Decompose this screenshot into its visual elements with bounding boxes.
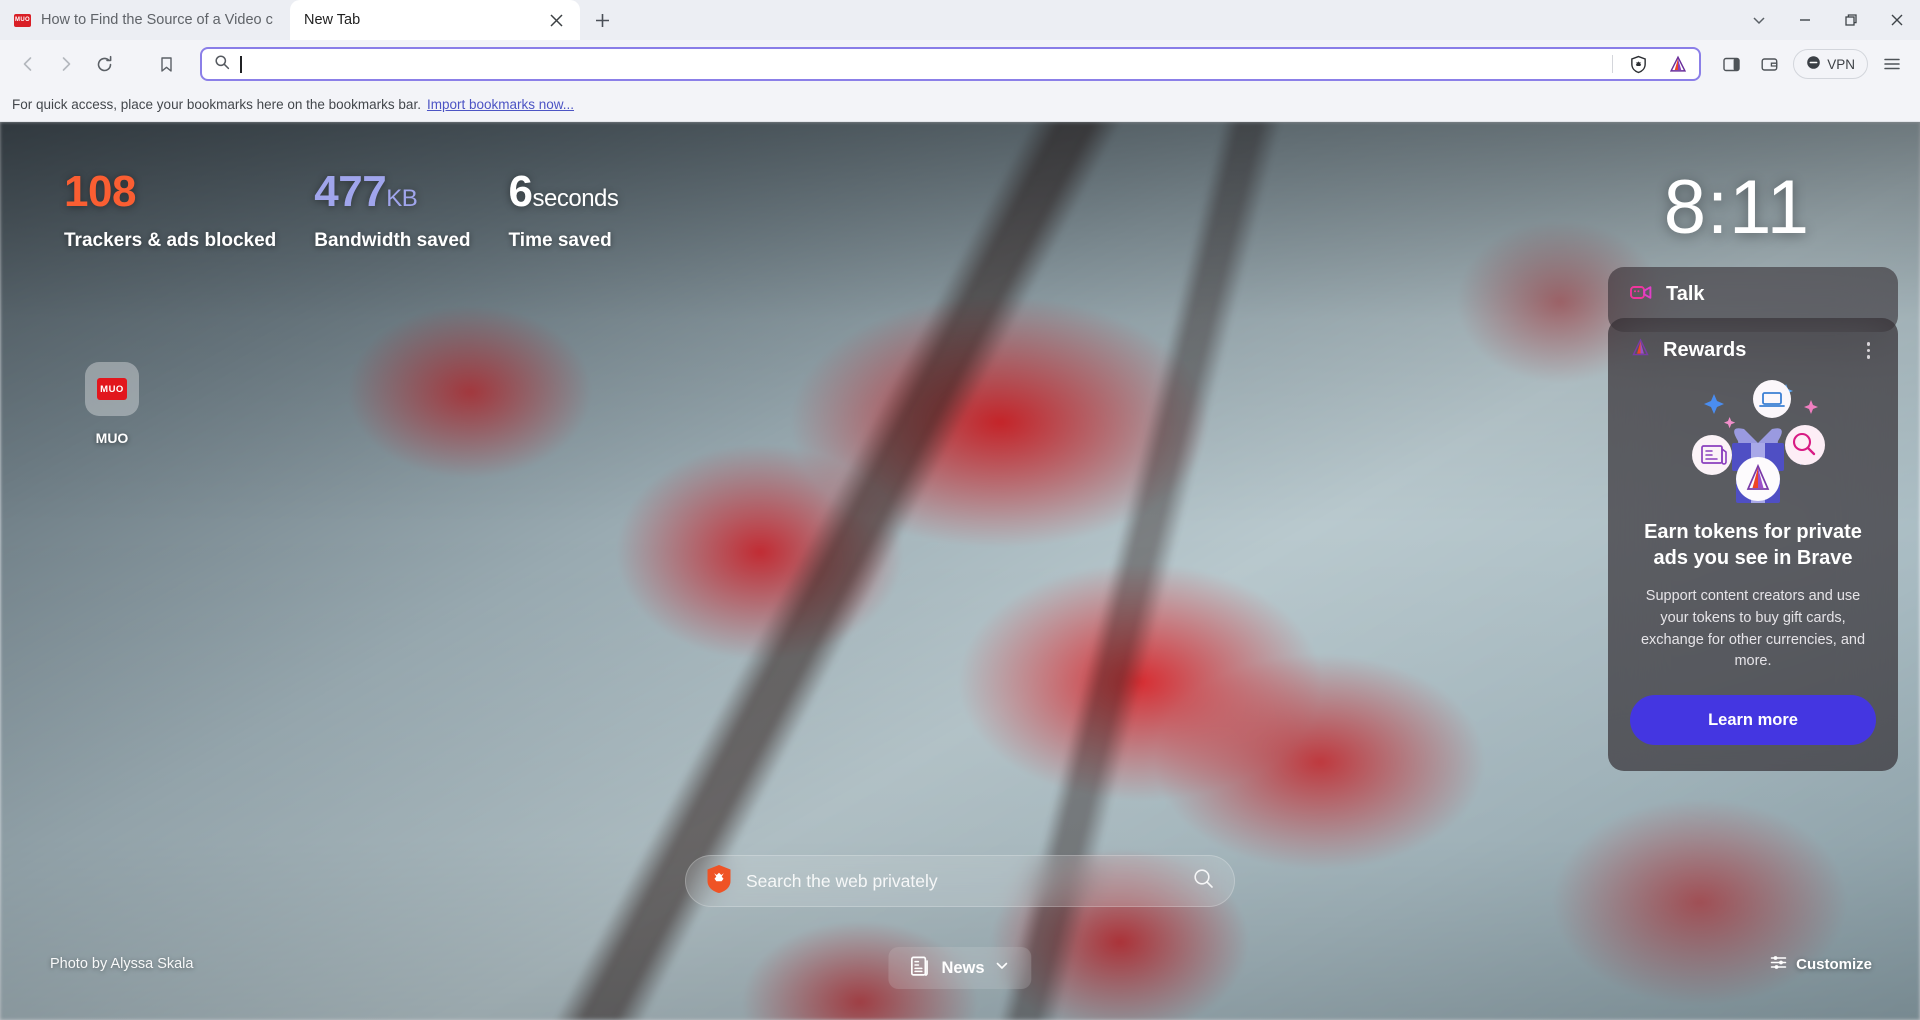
- bookmarks-hint-text: For quick access, place your bookmarks h…: [12, 97, 421, 112]
- tab-title: New Tab: [304, 12, 361, 28]
- photo-credit: Photo by Alyssa Skala: [50, 956, 194, 972]
- sidebar-icon[interactable]: [1713, 46, 1749, 82]
- brave-shields-icon[interactable]: [1623, 49, 1653, 79]
- browser-toolbar: VPN: [0, 40, 1920, 88]
- omnibox-divider: [1612, 55, 1614, 73]
- news-icon: [910, 955, 931, 982]
- close-icon[interactable]: [546, 10, 566, 30]
- muo-favicon-icon: MUO: [14, 13, 31, 27]
- muo-icon: MUO: [97, 378, 127, 400]
- news-label: News: [941, 958, 985, 977]
- vpn-status-icon: [1806, 55, 1821, 73]
- customize-button[interactable]: Customize: [1770, 954, 1872, 975]
- bookmarks-bar: For quick access, place your bookmarks h…: [0, 88, 1920, 122]
- stat-trackers: 108 Trackers & ads blocked: [64, 170, 276, 252]
- shortcut-tile-box[interactable]: MUO: [85, 362, 139, 416]
- clock: 8:11: [1663, 165, 1810, 250]
- stat-bandwidth: 477KB Bandwidth saved: [314, 170, 470, 252]
- search-placeholder[interactable]: Search the web privately: [746, 871, 1179, 892]
- forward-icon[interactable]: [48, 46, 84, 82]
- import-bookmarks-link[interactable]: Import bookmarks now...: [427, 97, 574, 112]
- tab-strip: MUO How to Find the Source of a Video c …: [0, 0, 1920, 40]
- stat-label: Trackers & ads blocked: [64, 230, 277, 251]
- address-bar[interactable]: [200, 47, 1702, 81]
- stat-value: 108: [64, 167, 136, 216]
- wallet-icon[interactable]: [1751, 46, 1787, 82]
- rewards-body: Support content creators and use your to…: [1640, 588, 1866, 670]
- stat-unit: seconds: [532, 185, 619, 212]
- tab-new-tab[interactable]: New Tab: [290, 0, 580, 40]
- brave-rewards-triangle-icon: [1630, 338, 1651, 362]
- stat-value: 6: [508, 167, 533, 216]
- ntp-widget-stack: Talk Rewards Earn tokens for private ads…: [1608, 267, 1898, 772]
- brave-rewards-icon[interactable]: [1663, 49, 1693, 79]
- privacy-stats: 108 Trackers & ads blocked 477KB Bandwid…: [64, 170, 619, 252]
- chevron-down-icon[interactable]: [995, 958, 1010, 978]
- stat-unit: KB: [386, 185, 418, 212]
- hamburger-menu-icon[interactable]: [1874, 46, 1910, 82]
- vpn-label: VPN: [1827, 56, 1855, 72]
- learn-more-button[interactable]: Learn more: [1630, 695, 1876, 746]
- rewards-card-header: Rewards: [1630, 338, 1876, 363]
- news-button[interactable]: News: [888, 947, 1032, 989]
- shortcut-tile-muo[interactable]: MUO MUO: [58, 362, 166, 446]
- stat-time: 6seconds Time saved: [509, 170, 619, 252]
- chevron-down-icon[interactable]: [1736, 0, 1782, 40]
- more-options-icon[interactable]: [1861, 338, 1877, 363]
- restore-icon[interactable]: [1828, 0, 1874, 40]
- rewards-title: Rewards: [1663, 338, 1747, 361]
- rewards-card: Rewards Earn tokens for private ads you …: [1608, 318, 1898, 772]
- window-controls: [1736, 0, 1920, 40]
- minimize-icon[interactable]: [1782, 0, 1828, 40]
- new-tab-button[interactable]: [586, 4, 618, 36]
- stat-value: 477: [314, 167, 387, 216]
- search-icon: [214, 54, 230, 75]
- search-submit-icon[interactable]: [1193, 868, 1214, 894]
- ntp-search-box[interactable]: Search the web privately: [685, 855, 1235, 907]
- rewards-illustration: [1630, 363, 1876, 513]
- video-camera-icon: [1630, 284, 1652, 306]
- reload-icon[interactable]: [86, 46, 122, 82]
- shortcut-label: MUO: [95, 430, 129, 446]
- tab-title: How to Find the Source of a Video c: [41, 12, 273, 28]
- sliders-icon: [1770, 954, 1787, 975]
- new-tab-page: 108 Trackers & ads blocked 477KB Bandwid…: [0, 122, 1920, 1020]
- talk-title: Talk: [1666, 283, 1705, 305]
- brave-lion-icon: [706, 864, 732, 899]
- tab-inactive[interactable]: MUO How to Find the Source of a Video c: [0, 0, 290, 40]
- omnibox-input[interactable]: [240, 55, 1602, 73]
- close-window-icon[interactable]: [1874, 0, 1920, 40]
- back-icon[interactable]: [10, 46, 46, 82]
- vpn-button[interactable]: VPN: [1793, 49, 1868, 79]
- bookmark-icon[interactable]: [148, 46, 184, 82]
- customize-label: Customize: [1796, 956, 1872, 973]
- stat-label: Time saved: [508, 230, 612, 251]
- stat-label: Bandwidth saved: [314, 230, 471, 251]
- rewards-headline: Earn tokens for private ads you see in B…: [1644, 520, 1862, 570]
